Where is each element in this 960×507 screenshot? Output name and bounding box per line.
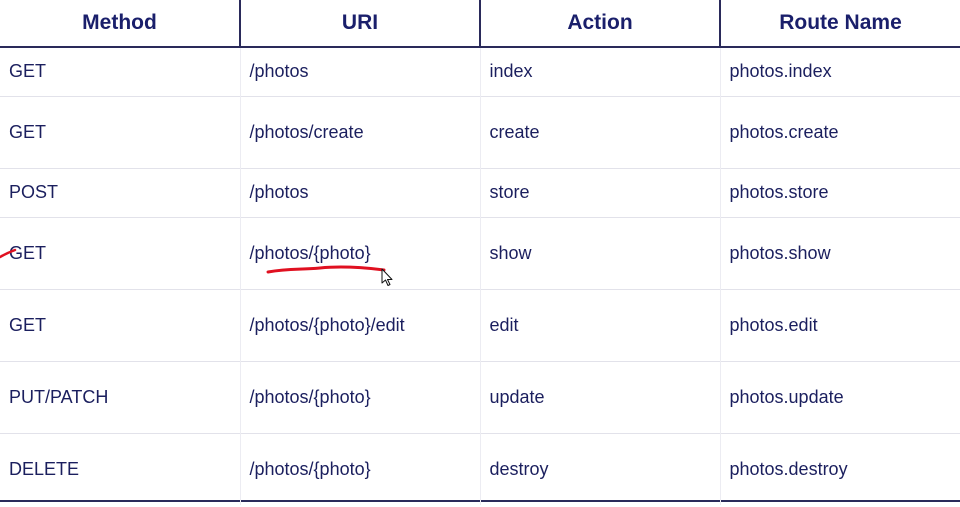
- cell-method: GET: [0, 288, 240, 361]
- table-row: POST /photos store photos.store: [0, 167, 960, 217]
- routes-table-frame: Method URI Action Route Name GET /photos…: [0, 0, 960, 505]
- cell-route-name: photos.destroy: [719, 432, 960, 505]
- table-header-row: Method URI Action Route Name: [0, 0, 960, 48]
- resource-routes-table: Method URI Action Route Name GET /photos…: [0, 0, 960, 505]
- cell-route-name: photos.edit: [719, 288, 960, 361]
- cell-method: GET: [0, 216, 240, 289]
- cell-uri: /photos/{photo}: [239, 360, 480, 433]
- cell-uri: /photos: [239, 47, 480, 96]
- cell-method: GET: [0, 95, 240, 168]
- cell-uri: /photos/create: [239, 95, 480, 168]
- cell-route-name: photos.update: [719, 360, 960, 433]
- table-row: GET /photos/{photo}/edit edit photos.edi…: [0, 288, 960, 361]
- cell-route-name: photos.create: [719, 95, 960, 168]
- cell-action: show: [479, 216, 720, 289]
- cell-method: GET: [9, 61, 47, 82]
- table-row: DELETE /photos/{photo} destroy photos.de…: [0, 432, 960, 505]
- cell-uri: /photos/{photo}: [239, 216, 480, 289]
- cell-uri: /photos/{photo}: [239, 432, 480, 505]
- cell-action: index: [479, 47, 720, 96]
- table-row: GET /photos index photos.index: [0, 47, 960, 96]
- cell-route-name: photos.store: [719, 167, 960, 217]
- cell-action: update: [479, 360, 720, 433]
- table-row: GET /photos/create create photos.create: [0, 95, 960, 168]
- header-uri: URI: [239, 0, 480, 48]
- cell-uri: /photos/{photo}/edit: [239, 288, 480, 361]
- cell-action: edit: [479, 288, 720, 361]
- cell-method: PUT/PATCH: [0, 360, 240, 433]
- cell-action: destroy: [479, 432, 720, 505]
- header-method: Method: [0, 0, 240, 48]
- header-route-name: Route Name: [719, 0, 960, 48]
- cell-method: DELETE: [0, 432, 240, 505]
- cell-action: create: [479, 95, 720, 168]
- cell-route-name: photos.index: [719, 47, 960, 96]
- cell-route-name: photos.show: [719, 216, 960, 289]
- cell-method: POST: [0, 167, 240, 217]
- cell-uri: /photos: [239, 167, 480, 217]
- cell-action: store: [479, 167, 720, 217]
- header-action: Action: [479, 0, 720, 48]
- table-row: PUT/PATCH /photos/{photo} update photos.…: [0, 360, 960, 433]
- table-row: GET /photos/{photo} show photos.show: [0, 216, 960, 289]
